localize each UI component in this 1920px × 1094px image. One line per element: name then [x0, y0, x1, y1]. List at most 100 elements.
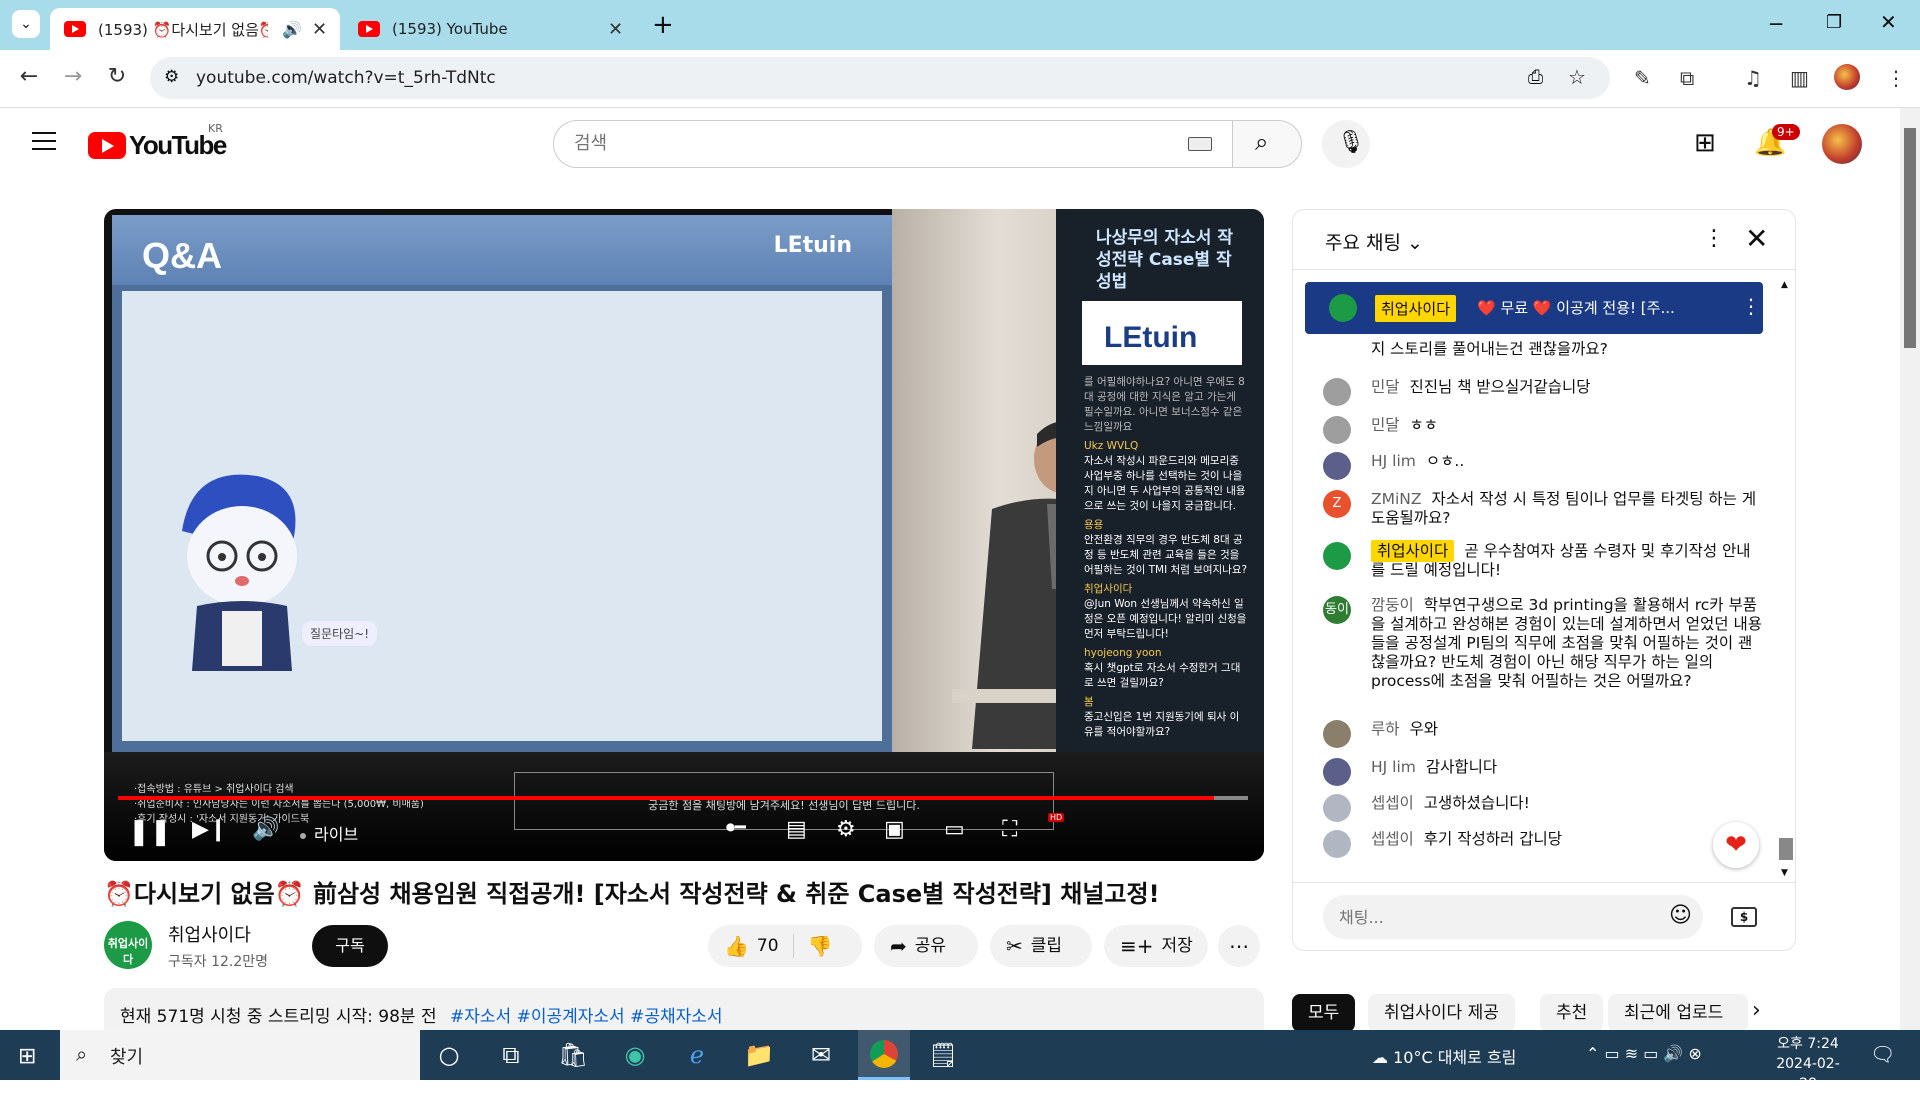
- chat-author[interactable]: 민달: [1371, 378, 1400, 396]
- chat-message[interactable]: 민달 진진님 책 받으실거같습니당: [1323, 378, 1763, 406]
- subscribe-button[interactable]: 구독: [312, 925, 388, 967]
- side-panel-icon[interactable]: ▥: [1790, 66, 1809, 90]
- volume-icon[interactable]: 🔊: [252, 817, 279, 842]
- chat-author[interactable]: 셉셉이: [1371, 830, 1414, 848]
- tab-close-icon[interactable]: ✕: [312, 19, 327, 40]
- voice-search-button[interactable]: 🎙: [1322, 120, 1370, 168]
- chat-author[interactable]: 루하: [1371, 720, 1400, 738]
- chat-menu-icon[interactable]: ⋮: [1703, 226, 1725, 251]
- hamburger-menu-icon[interactable]: [32, 132, 56, 152]
- pause-icon[interactable]: ❚❚: [128, 817, 172, 847]
- tab-live-video[interactable]: (1593) ⏰다시보기 없음⏰ 🔊 ✕: [50, 8, 340, 50]
- chat-author[interactable]: HJ lim: [1371, 452, 1416, 470]
- like-count[interactable]: 70: [757, 925, 779, 967]
- system-tray[interactable]: ⌃ ▭ ≋ ▭ 🔊 ⊗: [1586, 1044, 1702, 1063]
- chat-message[interactable]: 민달 ㅎㅎ: [1323, 416, 1763, 444]
- more-actions-button[interactable]: ⋯: [1218, 925, 1260, 967]
- address-bar[interactable]: ⚙ youtube.com/watch?v=t_5rh-TdNtc ⎙ ☆: [150, 57, 1610, 99]
- miniplayer-icon[interactable]: ▣: [884, 817, 905, 842]
- notepad-icon[interactable]: 🗒: [928, 1040, 958, 1070]
- progress-bar[interactable]: [118, 796, 1214, 800]
- install-app-icon[interactable]: ⎙: [1528, 66, 1543, 88]
- scroll-down-icon[interactable]: ▼: [1781, 868, 1788, 878]
- chat-avatar[interactable]: [1323, 378, 1351, 406]
- new-tab-button[interactable]: +: [652, 10, 674, 40]
- chat-scrollbar[interactable]: ▲ ▼: [1781, 280, 1793, 880]
- chat-avatar[interactable]: [1323, 830, 1351, 858]
- chat-message[interactable]: 취업사이다 곧 우수참여자 상품 수령자 및 후기작성 안내를 드릴 예정입니다!: [1323, 540, 1763, 580]
- chat-avatar[interactable]: [1323, 452, 1351, 480]
- tab-search-dropdown-icon[interactable]: ⌄: [12, 10, 40, 38]
- chat-author[interactable]: 깜둥이: [1371, 596, 1414, 614]
- chat-author[interactable]: ZMiNZ: [1371, 490, 1422, 508]
- account-avatar[interactable]: [1822, 124, 1862, 164]
- next-icon[interactable]: ▶❙: [192, 817, 227, 842]
- chat-message[interactable]: 루하 우와: [1323, 720, 1763, 748]
- weather-widget[interactable]: ☁ 10°C 대체로 흐림: [1372, 1044, 1516, 1068]
- chat-author[interactable]: 민달: [1371, 416, 1400, 434]
- chat-message[interactable]: 셉셉이 후기 작성하러 갑니당: [1323, 830, 1763, 858]
- clip-button[interactable]: ✂ 클립: [990, 925, 1092, 967]
- pinned-message[interactable]: 취업사이다 ❤️ 무료 ❤️ 이공계 전용! [주... ⋮: [1305, 282, 1763, 334]
- task-view-icon[interactable]: ⧉: [496, 1040, 526, 1070]
- cortana-icon[interactable]: ○: [434, 1040, 464, 1070]
- filter-chip[interactable]: 모두: [1292, 994, 1356, 1032]
- hashtag[interactable]: #자소서: [450, 1007, 511, 1027]
- scroll-up-icon[interactable]: ▲: [1781, 280, 1788, 290]
- channel-name[interactable]: 취업사이다: [168, 921, 251, 947]
- hashtag[interactable]: #공채자소서: [630, 1007, 722, 1027]
- filter-chip[interactable]: 최근에 업로드: [1608, 994, 1748, 1032]
- mail-icon[interactable]: ✉: [806, 1040, 836, 1070]
- edge-icon[interactable]: ◉: [620, 1040, 650, 1070]
- chat-avatar[interactable]: [1323, 542, 1351, 570]
- page-scroll-thumb[interactable]: [1904, 128, 1916, 348]
- internet-explorer-icon[interactable]: ℯ: [682, 1040, 712, 1070]
- media-control-icon[interactable]: ♫: [1744, 66, 1762, 90]
- chat-close-icon[interactable]: ✕: [1745, 222, 1768, 255]
- youtube-logo[interactable]: YouTube KR: [88, 122, 227, 161]
- like-icon[interactable]: 👍: [724, 925, 749, 967]
- keyboard-icon[interactable]: [1188, 137, 1212, 151]
- action-center-icon[interactable]: 🗨: [1870, 1042, 1895, 1066]
- filter-chip[interactable]: 추천: [1540, 994, 1604, 1032]
- window-close-icon[interactable]: ✕: [1880, 10, 1897, 34]
- chat-message[interactable]: HJ lim ㅇㅎ..: [1323, 452, 1763, 480]
- autoplay-toggle-icon[interactable]: ⏺━: [726, 817, 746, 838]
- audio-playing-icon[interactable]: 🔊: [282, 20, 302, 39]
- tab-youtube[interactable]: (1593) YouTube ✕: [350, 8, 640, 50]
- search-button[interactable]: ⌕: [1232, 120, 1302, 168]
- restore-icon[interactable]: ❐: [1826, 12, 1842, 33]
- minimize-icon[interactable]: ─: [1770, 12, 1782, 36]
- dislike-icon[interactable]: 👎: [808, 925, 833, 967]
- file-explorer-icon[interactable]: 📁: [744, 1040, 774, 1070]
- chat-message[interactable]: 셉셉이 고생하셨습니다!: [1323, 794, 1763, 822]
- extension-pen-icon[interactable]: ✎: [1634, 66, 1651, 90]
- chat-author[interactable]: 셉셉이: [1371, 794, 1414, 812]
- chat-avatar[interactable]: [1323, 758, 1351, 786]
- chat-avatar[interactable]: [1323, 794, 1351, 822]
- site-info-icon[interactable]: ⚙: [164, 67, 179, 87]
- taskbar-search[interactable]: ⌕ 찾기: [60, 1030, 420, 1080]
- page-scrollbar[interactable]: [1900, 108, 1920, 1030]
- pinned-menu-icon[interactable]: ⋮: [1741, 294, 1761, 318]
- chat-avatar[interactable]: [1323, 416, 1351, 444]
- chat-avatar[interactable]: 동이: [1323, 596, 1351, 624]
- store-icon[interactable]: 🛍: [558, 1040, 588, 1070]
- chat-message[interactable]: Z ZMiNZ 자소서 작성 시 특정 팀이나 업무를 타겟팅 하는 게 도움될까요…: [1323, 490, 1763, 528]
- tab-close-icon[interactable]: ✕: [608, 19, 623, 40]
- heart-reaction-icon[interactable]: ❤: [1713, 822, 1759, 868]
- back-icon[interactable]: ←: [14, 64, 44, 89]
- filter-chip[interactable]: 취업사이다 제공: [1368, 994, 1515, 1032]
- settings-gear-icon[interactable]: ⚙: [836, 817, 856, 842]
- chat-author[interactable]: 취업사이다: [1371, 540, 1455, 562]
- chips-next-icon[interactable]: ›: [1752, 998, 1761, 1023]
- bookmark-star-icon[interactable]: ☆: [1568, 65, 1586, 89]
- chat-input[interactable]: [1323, 895, 1703, 939]
- chrome-taskbar-button[interactable]: [858, 1030, 910, 1080]
- fullscreen-icon[interactable]: ⛶: [1002, 817, 1017, 842]
- subtitles-icon[interactable]: ▤: [786, 817, 807, 842]
- create-video-icon[interactable]: ⊞: [1694, 128, 1716, 158]
- channel-avatar[interactable]: 취업사이다: [104, 921, 152, 969]
- chat-author[interactable]: HJ lim: [1371, 758, 1416, 776]
- extensions-puzzle-icon[interactable]: ⧉: [1680, 66, 1694, 90]
